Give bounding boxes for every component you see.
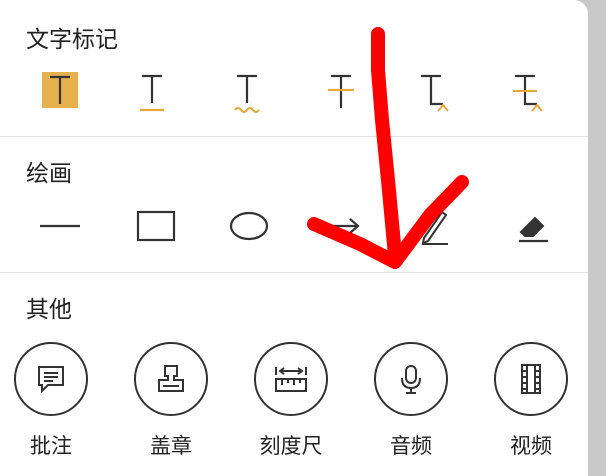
rectangle-tool[interactable] [121,198,191,254]
text-mark-section-title: 文字标记 [26,27,118,53]
video-button[interactable]: 视频 [486,342,576,460]
replace-text-icon [513,74,543,112]
squiggly-underline-icon [234,74,260,113]
eraser-icon [519,216,548,243]
squiggly-underline-tool[interactable] [212,64,282,120]
microphone-icon [374,342,448,416]
drawing-section-title: 绘画 [26,161,72,187]
comment-label: 批注 [30,434,72,458]
ellipse-tool[interactable] [214,198,284,254]
ruler-label: 刻度尺 [259,434,323,458]
pen-tool[interactable] [398,198,468,254]
stamp-button[interactable]: 盖章 [126,342,216,460]
comment-button[interactable]: 批注 [6,342,96,460]
insert-text-tool[interactable] [398,64,468,120]
arrow-icon [324,218,360,234]
video-label: 视频 [510,434,552,458]
highlight-icon [42,72,78,108]
pen-icon [421,210,448,245]
audio-label: 音频 [390,434,432,458]
rectangle-icon [136,210,176,242]
replace-text-tool[interactable] [492,64,562,120]
strikethrough-icon [328,74,354,108]
ruler-button[interactable]: 刻度尺 [246,342,336,460]
ellipse-icon [229,211,269,241]
comment-icon [14,342,88,416]
section-divider [0,272,588,273]
highlight-tool[interactable] [25,64,95,120]
underline-icon [140,74,164,112]
audio-button[interactable]: 音频 [366,342,456,460]
eraser-tool[interactable] [498,198,568,254]
film-icon [494,342,568,416]
line-tool[interactable] [25,198,95,254]
stamp-label: 盖章 [150,434,192,458]
underline-tool[interactable] [117,64,187,120]
strikethrough-tool[interactable] [306,64,376,120]
stamp-icon [134,342,208,416]
arrow-tool[interactable] [306,198,376,254]
other-section-title: 其他 [26,297,72,323]
section-divider [0,136,588,137]
annotation-tools-panel: 文字标记 绘画 其他 批注 盖章 刻度尺 音频 视频 [0,0,588,476]
line-icon [40,224,80,228]
ruler-icon [254,342,328,416]
insert-text-icon [421,74,449,112]
